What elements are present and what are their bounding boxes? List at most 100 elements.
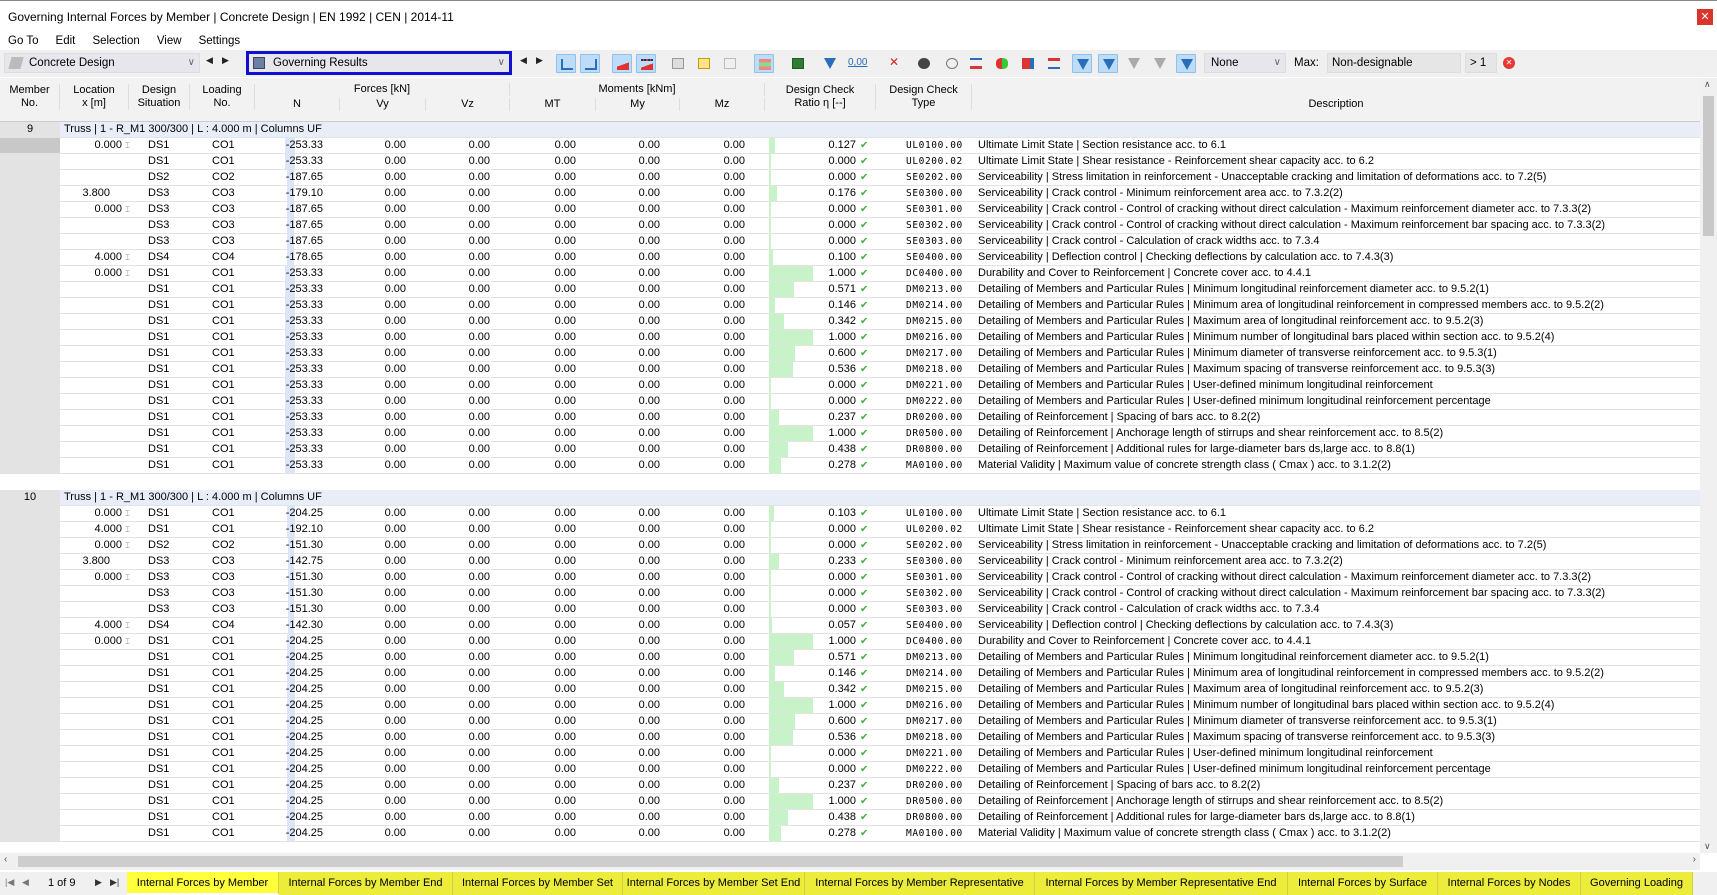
vertical-scroll-thumb[interactable] — [1703, 96, 1714, 236]
header-mt[interactable]: MT — [510, 98, 596, 111]
table-row[interactable]: DS1 CO1 -253.33 0.00 0.00 0.00 0.00 0.00 0.278 ✔ M… — [0, 458, 1700, 474]
last-page-icon[interactable]: ▶| — [110, 877, 119, 888]
table-row[interactable]: DS1 CO1 -204.25 0.00 0.00 0.00 0.00 0.00 0.000 ✔ D… — [0, 762, 1700, 778]
tab-internal-forces-by-member[interactable]: Internal Forces by Member — [127, 872, 279, 895]
header-loading-no[interactable]: Loading No. — [190, 84, 255, 110]
table-row[interactable]: DS1 CO1 -204.25 0.00 0.00 0.00 0.00 0.00 1.000 ✔ D… — [0, 698, 1700, 714]
filter-icon[interactable] — [820, 54, 840, 73]
tab-internal-forces-by-member-representative-end[interactable]: Internal Forces by Member Representative… — [1035, 872, 1288, 895]
table-row[interactable]: DS1 CO1 -253.33 0.00 0.00 0.00 0.00 0.00 0.237 ✔ D… — [0, 410, 1700, 426]
member-group-row[interactable]: 10 Truss | 1 - R_M1 300/300 | L : 4.000 m… — [0, 490, 1700, 506]
table-row[interactable]: 0.000 ⌶ DS1 CO1 -253.33 0.00 0.00 0.00 0.00 0.00 0… — [0, 138, 1700, 154]
header-vy[interactable]: Vy — [340, 98, 426, 111]
filter-member-button[interactable] — [1098, 54, 1118, 73]
filter-active-button[interactable] — [1176, 54, 1196, 73]
table-row[interactable]: DS3 CO3 -187.65 0.00 0.00 0.00 0.00 0.00 0.000 ✔ S… — [0, 234, 1700, 250]
tab-internal-forces-by-surface[interactable]: Internal Forces by Surface — [1288, 872, 1438, 895]
table-row[interactable]: DS3 CO3 -187.65 0.00 0.00 0.00 0.00 0.00 0.000 ✔ S… — [0, 218, 1700, 234]
table-disabled-icon[interactable] — [720, 54, 740, 73]
table-row[interactable]: DS1 CO1 -204.25 0.00 0.00 0.00 0.00 0.00 0.237 ✔ D… — [0, 778, 1700, 794]
table-row[interactable]: DS1 CO1 -204.25 0.00 0.00 0.00 0.00 0.00 0.438 ✔ D… — [0, 810, 1700, 826]
table-row[interactable]: DS1 CO1 -204.25 0.00 0.00 0.00 0.00 0.00 0.000 ✔ D… — [0, 746, 1700, 762]
header-location[interactable]: Location x [m] — [60, 84, 129, 110]
table-row[interactable]: 0.000 ⌶ DS1 CO1 -204.25 0.00 0.00 0.00 0.00 0.00 0… — [0, 506, 1700, 522]
search-table-icon[interactable] — [942, 54, 962, 73]
table-row[interactable]: DS3 CO3 -151.30 0.00 0.00 0.00 0.00 0.00 0.000 ✔ S… — [0, 602, 1700, 618]
header-description[interactable]: Description — [972, 98, 1700, 111]
tab-internal-forces-by-member-set[interactable]: Internal Forces by Member Set — [453, 872, 623, 895]
member-group-row[interactable]: 9 Truss | 1 - R_M1 300/300 | L : 4.000 m … — [0, 122, 1700, 138]
help-icon[interactable] — [914, 54, 934, 73]
header-my[interactable]: My — [596, 98, 680, 111]
scroll-right-icon[interactable]: › — [1693, 854, 1696, 865]
table-row[interactable]: DS1 CO1 -204.25 0.00 0.00 0.00 0.00 0.00 0.600 ✔ D… — [0, 714, 1700, 730]
table-row[interactable]: DS1 CO1 -253.33 0.00 0.00 0.00 0.00 0.00 0.000 ✔ D… — [0, 378, 1700, 394]
scroll-up-icon[interactable]: ∧ — [1704, 79, 1711, 90]
next-arrow-icon[interactable]: ▶ — [536, 55, 543, 66]
decimals-button[interactable]: 0,00 — [846, 54, 870, 73]
select-in-table-button[interactable] — [580, 54, 600, 73]
scroll-down-icon[interactable]: ∨ — [1704, 841, 1711, 852]
module-select[interactable]: Concrete Design ∨ — [4, 53, 200, 73]
header-ratio[interactable]: Design Check Ratio η [--] — [765, 84, 876, 110]
values-button[interactable] — [636, 54, 656, 73]
table-row[interactable]: DS1 CO1 -253.33 0.00 0.00 0.00 0.00 0.00 1.000 ✔ D… — [0, 426, 1700, 442]
result-type-select[interactable]: Governing Results ∨ — [246, 51, 512, 75]
table-row[interactable]: DS1 CO1 -253.33 0.00 0.00 0.00 0.00 0.00 0.000 ✔ D… — [0, 394, 1700, 410]
table-columns-icon[interactable] — [668, 54, 688, 73]
menu-view[interactable]: View — [157, 32, 182, 50]
menu-edit[interactable]: Edit — [56, 32, 76, 50]
table-row[interactable]: 3.800 DS3 CO3 -142.75 0.00 0.00 0.00 0.00 0.00 0.… — [0, 554, 1700, 570]
table-row[interactable]: DS1 CO1 -253.33 0.00 0.00 0.00 0.00 0.00 0.600 ✔ D… — [0, 346, 1700, 362]
table-row[interactable]: DS3 CO3 -151.30 0.00 0.00 0.00 0.00 0.00 0.000 ✔ S… — [0, 586, 1700, 602]
excel-export-icon[interactable] — [788, 54, 808, 73]
header-mz[interactable]: Mz — [680, 98, 765, 111]
next-page-icon[interactable]: ▶ — [95, 877, 102, 888]
table-row[interactable]: DS1 CO1 -253.33 0.00 0.00 0.00 0.00 0.00 0.000 ✔ U… — [0, 154, 1700, 170]
table-row[interactable]: 3.800 DS3 CO3 -179.10 0.00 0.00 0.00 0.00 0.00 0.… — [0, 186, 1700, 202]
header-member-no[interactable]: Member No. — [0, 84, 60, 110]
header-design-situation[interactable]: Design Situation — [129, 84, 190, 110]
previous-arrow-icon[interactable]: ◀ — [520, 55, 527, 66]
tab-internal-forces-by-member-representative[interactable]: Internal Forces by Member Representative — [805, 872, 1035, 895]
scroll-left-icon[interactable]: ‹ — [4, 854, 7, 865]
result-diagram-button[interactable] — [612, 54, 632, 73]
clear-selection-icon[interactable]: ✕ — [884, 54, 904, 73]
table-row[interactable]: DS1 CO1 -204.25 0.00 0.00 0.00 0.00 0.00 0.571 ✔ D… — [0, 650, 1700, 666]
table-row[interactable]: 0.000 ⌶ DS3 CO3 -151.30 0.00 0.00 0.00 0.00 0.00 0… — [0, 570, 1700, 586]
table-row[interactable]: DS1 CO1 -204.25 0.00 0.00 0.00 0.00 0.00 0.278 ✔ M… — [0, 826, 1700, 842]
horizontal-scroll-thumb[interactable] — [18, 856, 1403, 867]
info-member-icon[interactable] — [1018, 54, 1038, 73]
select-in-model-button[interactable] — [556, 54, 576, 73]
table-row[interactable]: 4.000 ⌶ DS1 CO1 -192.10 0.00 0.00 0.00 0.00 0.00 0… — [0, 522, 1700, 538]
table-row[interactable]: DS1 CO1 -204.25 0.00 0.00 0.00 0.00 0.00 1.000 ✔ D… — [0, 794, 1700, 810]
filter-select[interactable]: None ∨ — [1204, 53, 1286, 73]
table-row[interactable]: DS2 CO2 -187.65 0.00 0.00 0.00 0.00 0.00 0.000 ✔ S… — [0, 170, 1700, 186]
vertical-scrollbar[interactable]: ∧ ∨ — [1700, 78, 1717, 853]
horizontal-scrollbar[interactable]: ‹ › — [0, 853, 1700, 870]
table-row[interactable]: 4.000 ⌶ DS4 CO4 -142.30 0.00 0.00 0.00 0.00 0.00 0… — [0, 618, 1700, 634]
table-row[interactable]: DS1 CO1 -253.33 0.00 0.00 0.00 0.00 0.00 0.536 ✔ D… — [0, 362, 1700, 378]
tab-internal-forces-by-nodes[interactable]: Internal Forces by Nodes — [1438, 872, 1581, 895]
table-row[interactable]: DS1 CO1 -253.33 0.00 0.00 0.00 0.00 0.00 0.342 ✔ D… — [0, 314, 1700, 330]
max-value-field[interactable]: Non-designable — [1327, 53, 1461, 73]
section-icon[interactable] — [966, 54, 986, 73]
table-row[interactable]: DS1 CO1 -204.25 0.00 0.00 0.00 0.00 0.00 0.146 ✔ D… — [0, 666, 1700, 682]
table-row[interactable]: DS1 CO1 -253.33 0.00 0.00 0.00 0.00 0.00 0.571 ✔ D… — [0, 282, 1700, 298]
table-row[interactable]: 4.000 ⌶ DS4 CO4 -178.65 0.00 0.00 0.00 0.00 0.00 0… — [0, 250, 1700, 266]
member-result-icon[interactable] — [1044, 54, 1064, 73]
header-check-type[interactable]: Design Check Type — [876, 84, 972, 110]
table-row[interactable]: 0.000 ⌶ DS2 CO2 -151.30 0.00 0.00 0.00 0.00 0.00 0… — [0, 538, 1700, 554]
table-row[interactable]: DS1 CO1 -253.33 0.00 0.00 0.00 0.00 0.00 0.438 ✔ D… — [0, 442, 1700, 458]
table-row[interactable]: DS1 CO1 -204.25 0.00 0.00 0.00 0.00 0.00 0.536 ✔ D… — [0, 730, 1700, 746]
info-colors-icon[interactable] — [992, 54, 1012, 73]
previous-arrow-icon[interactable]: ◀ — [206, 55, 213, 66]
header-n[interactable]: N — [255, 98, 340, 111]
table-row[interactable]: 0.000 ⌶ DS3 CO3 -187.65 0.00 0.00 0.00 0.00 0.00 0… — [0, 202, 1700, 218]
table-row[interactable]: 0.000 ⌶ DS1 CO1 -253.33 0.00 0.00 0.00 0.00 0.00 1… — [0, 266, 1700, 282]
table-row[interactable]: DS1 CO1 -253.33 0.00 0.00 0.00 0.00 0.00 1.000 ✔ D… — [0, 330, 1700, 346]
menu-selection[interactable]: Selection — [92, 32, 139, 50]
table-row[interactable]: DS1 CO1 -204.25 0.00 0.00 0.00 0.00 0.00 0.342 ✔ D… — [0, 682, 1700, 698]
table-row[interactable]: 0.000 ⌶ DS1 CO1 -204.25 0.00 0.00 0.00 0.00 0.00 1… — [0, 634, 1700, 650]
threshold-field[interactable]: > 1 — [1465, 53, 1497, 73]
